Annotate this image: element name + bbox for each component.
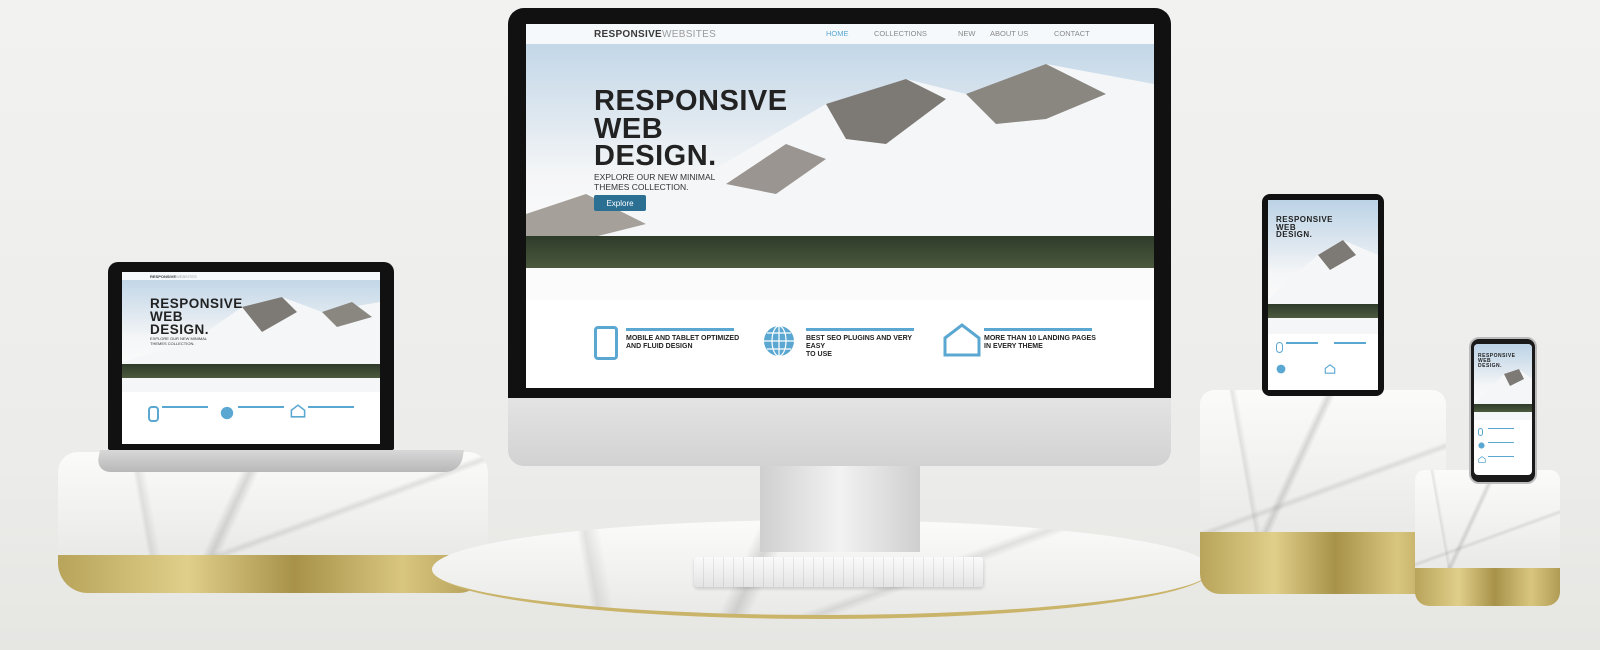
tablet-pedestal — [1200, 390, 1446, 535]
feature-1-line-2: AND FLUID DESIGN — [626, 343, 693, 350]
headline-line-3: DESIGN. — [594, 140, 717, 173]
phone-forest-band — [1474, 404, 1532, 412]
forest-band — [526, 236, 1154, 270]
headline-line-1: RESPONSIVE — [594, 85, 788, 117]
feature-3-text: MORE THAN 10 LANDING PAGES IN EVERY THEM… — [984, 335, 1096, 351]
tablet-forest-band — [1268, 304, 1378, 318]
subtitle-line-2: THEMES COLLECTION. — [594, 182, 689, 192]
phone-headline-line-3: DESIGN. — [1478, 362, 1503, 369]
feature-1-line-1: MOBILE AND TABLET OPTIMIZED — [626, 335, 740, 342]
phone-feature-2-rule — [1488, 442, 1514, 443]
explore-button[interactable]: Explore — [594, 195, 646, 211]
feature-1-rule — [626, 328, 734, 331]
feature-3-line-2: IN EVERY THEME — [984, 343, 1043, 350]
phone-feature-1-rule — [1488, 428, 1514, 429]
hero-subtitle: EXPLORE OUR NEW MINIMAL THEMES COLLECTIO… — [594, 172, 715, 192]
phone-pedestal-gold-band — [1415, 568, 1560, 606]
monitor-screen: RESPONSIVEWEBSITES HOME COLLECTIONS NEW … — [526, 24, 1154, 388]
laptop-hero-subtitle: EXPLORE OUR NEW MINIMAL THEMES COLLECTIO… — [150, 336, 207, 346]
laptop-home-icon — [290, 404, 306, 418]
phone-home-icon — [1478, 456, 1486, 463]
nav-collections[interactable]: COLLECTIONS — [874, 29, 958, 38]
headline-line-2: WEB — [594, 112, 664, 145]
main-nav: HOME COLLECTIONS NEW ABOUT US CONTACT — [826, 29, 1104, 38]
laptop-site-header: RESPONSIVEWEBSITES — [122, 272, 380, 280]
hero-headline: RESPONSIVE WEB DESIGN. — [594, 85, 788, 173]
laptop-headline-line-3: DESIGN. — [150, 321, 210, 337]
laptop-forest-band — [122, 364, 380, 378]
tablet-feature-2-rule — [1334, 342, 1366, 344]
laptop-pedestal-gold-band — [58, 555, 488, 593]
phone-feature-3-rule — [1488, 456, 1514, 457]
laptop-screen: RESPONSIVEWEBSITES RESPONSIVE WEB DESIGN… — [122, 272, 380, 444]
subtitle-line-1: EXPLORE OUR NEW MINIMAL — [594, 172, 716, 182]
site-header: RESPONSIVEWEBSITES HOME COLLECTIONS NEW … — [526, 24, 1154, 44]
laptop-feature-1-rule — [162, 406, 208, 408]
feature-3-line-1: MORE THAN 10 LANDING PAGES — [984, 335, 1096, 342]
tablet-globe-icon — [1276, 364, 1286, 374]
feature-2-line-1: BEST SEO PLUGINS AND VERY EASY — [806, 335, 912, 350]
tablet-headline-line-3: DESIGN. — [1276, 230, 1313, 240]
globe-icon — [764, 325, 794, 357]
tablet-tablet-icon — [1276, 342, 1283, 353]
feature-1: MOBILE AND TABLET OPTIMIZED AND FLUID DE… — [594, 326, 744, 366]
feature-2-rule — [806, 328, 914, 331]
laptop-subtitle-line-2: THEMES COLLECTION. — [150, 341, 195, 346]
tablet-hero-headline: RESPONSIVE WEB DESIGN. — [1276, 216, 1333, 239]
feature-3-rule — [984, 328, 1092, 331]
feature-2-line-2: TO USE — [806, 351, 832, 358]
brand-logo: RESPONSIVEWEBSITES — [594, 29, 716, 40]
laptop-feature-3-rule — [308, 406, 354, 408]
phone-pedestal — [1415, 470, 1560, 570]
feature-1-text: MOBILE AND TABLET OPTIMIZED AND FLUID DE… — [626, 335, 739, 351]
brand-bold: RESPONSIVE — [594, 28, 663, 40]
laptop-globe-icon — [220, 406, 234, 420]
nav-about[interactable]: ABOUT US — [990, 29, 1054, 38]
nav-new[interactable]: NEW — [958, 29, 990, 38]
feature-2: BEST SEO PLUGINS AND VERY EASY TO USE — [762, 325, 922, 366]
brand-light: WEBSITES — [662, 28, 717, 40]
monitor-stand-neck — [760, 462, 920, 552]
phone-hero-headline: RESPONSIVE WEB DESIGN. — [1478, 354, 1516, 368]
laptop-brand-light: WEBSITES — [176, 273, 197, 279]
laptop-hero-headline: RESPONSIVE WEB DESIGN. — [150, 297, 243, 337]
feature-2-text: BEST SEO PLUGINS AND VERY EASY TO USE — [806, 335, 922, 359]
feature-3: MORE THAN 10 LANDING PAGES IN EVERY THEM… — [942, 322, 1112, 366]
laptop-keyboard-deck — [96, 450, 464, 472]
home-icon — [943, 323, 981, 357]
tablet-pedestal-gold-band — [1200, 532, 1446, 594]
laptop-brand-bold: RESPONSIVE — [150, 273, 177, 279]
tablet-screen: RESPONSIVE WEB DESIGN. — [1268, 200, 1378, 390]
laptop-tablet-icon — [148, 406, 159, 422]
monitor-chin — [508, 388, 1171, 466]
nav-home[interactable]: HOME — [826, 29, 874, 38]
keyboard — [694, 557, 984, 587]
phone-screen: RESPONSIVE WEB DESIGN. — [1474, 344, 1532, 475]
tablet-feature-1-rule — [1286, 342, 1318, 344]
snow-field — [526, 268, 1154, 300]
laptop-feature-2-rule — [238, 406, 284, 408]
tablet-icon — [594, 326, 618, 360]
phone-globe-icon — [1478, 442, 1485, 449]
phone-tablet-icon — [1478, 428, 1483, 436]
tablet-home-icon — [1324, 364, 1336, 374]
nav-contact[interactable]: CONTACT — [1054, 29, 1104, 38]
